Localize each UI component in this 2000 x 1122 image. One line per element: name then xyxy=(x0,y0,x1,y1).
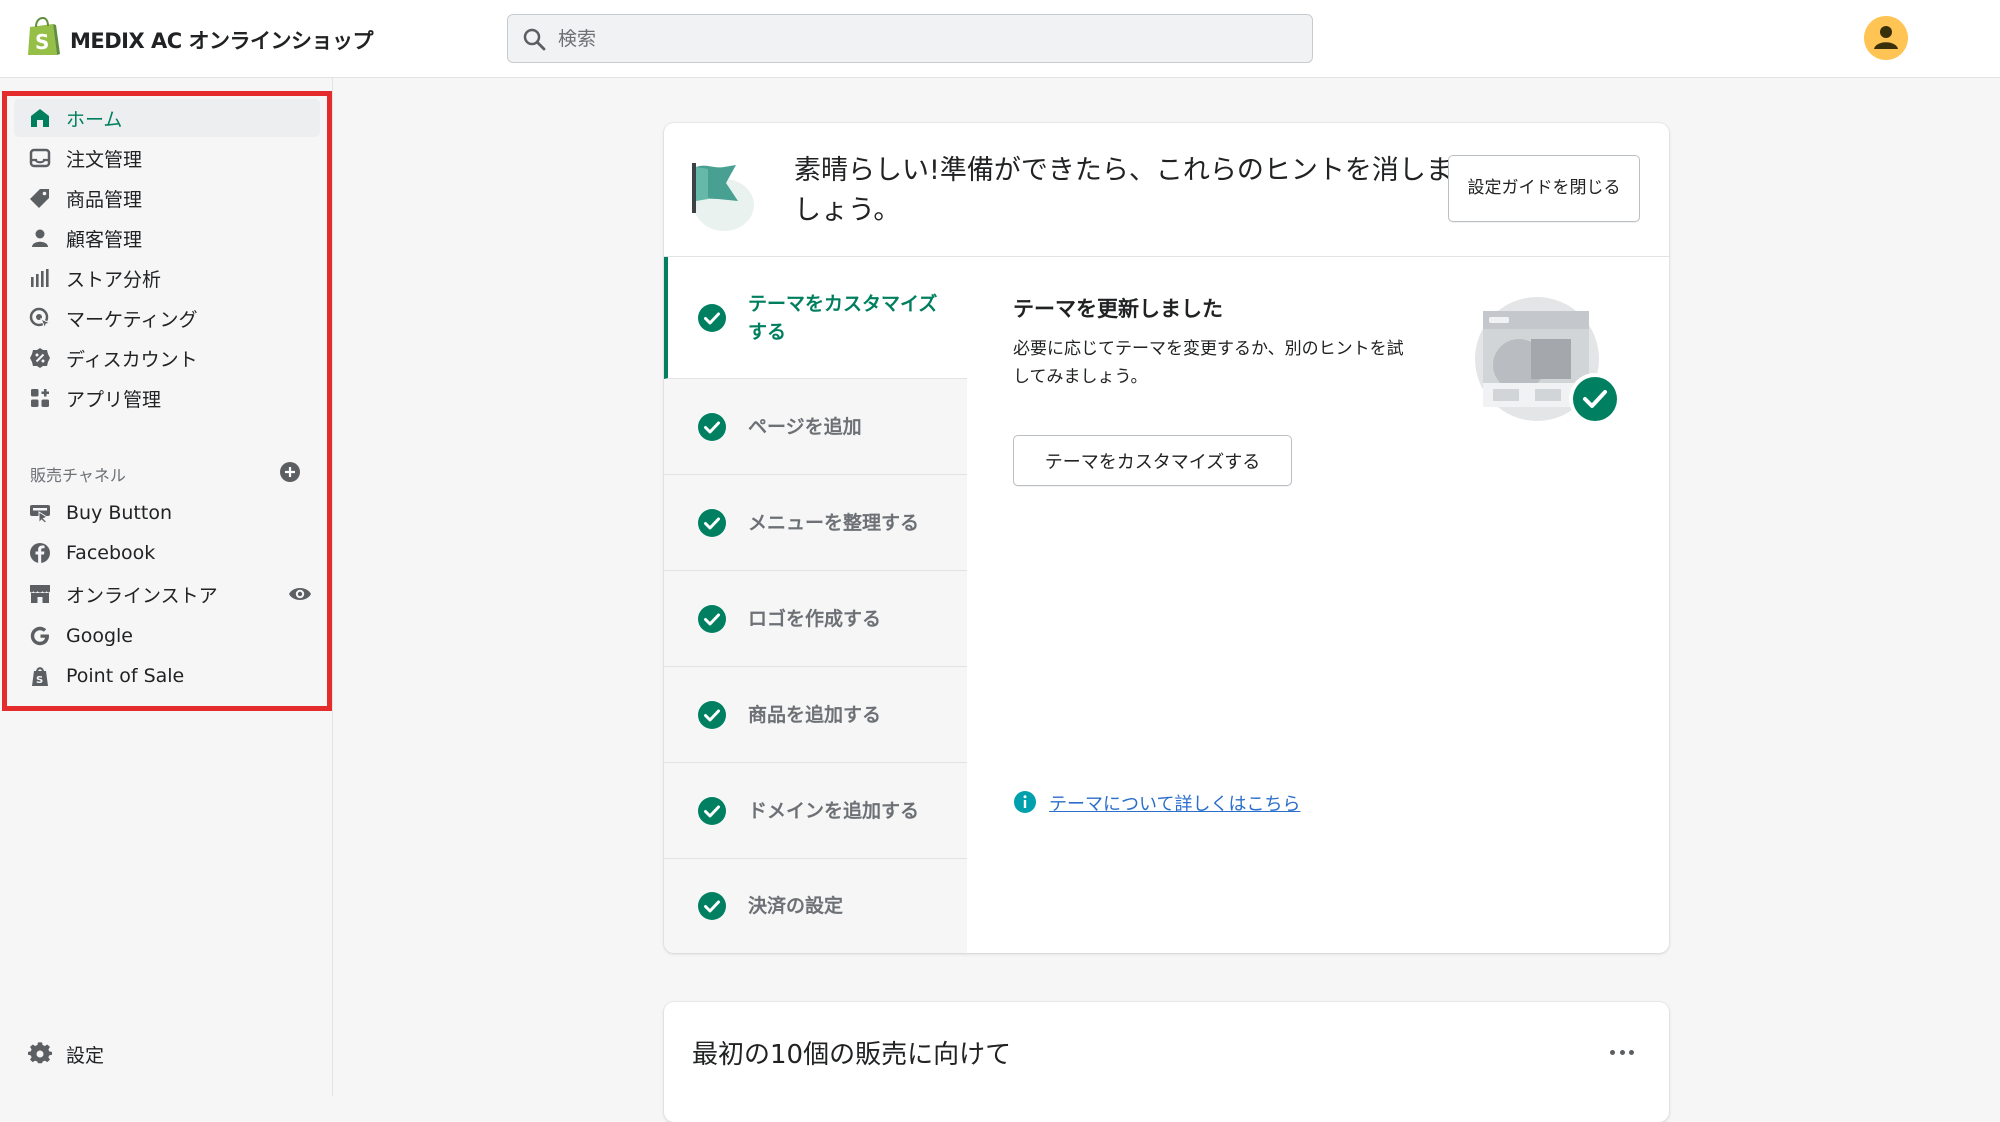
step-create-logo[interactable]: ロゴを作成する xyxy=(664,571,967,667)
point-of-sale-icon: S xyxy=(32,667,48,686)
dot-icon xyxy=(1629,1049,1634,1055)
step-add-page[interactable]: ページを追加 xyxy=(664,379,967,475)
sidebar-item-label: アプリ管理 xyxy=(66,388,162,411)
sidebar-item-marketing[interactable]: マーケティング xyxy=(14,299,320,337)
learn-more-theme-link[interactable]: テーマについて詳しくはこちら xyxy=(1049,790,1300,816)
info-icon xyxy=(1014,791,1036,813)
add-sales-channel-icon[interactable] xyxy=(279,461,301,483)
step-label: ロゴを作成する xyxy=(748,607,882,630)
eye-icon[interactable] xyxy=(288,583,312,605)
person-icon xyxy=(32,229,48,247)
more-actions-button[interactable] xyxy=(1604,1040,1640,1064)
home-icon xyxy=(31,109,49,127)
sidebar: ホーム 注文管理 商品管理 顧客管理 ストア分析 マーケティング ディスカウント… xyxy=(0,78,333,1096)
check-circle-icon xyxy=(698,508,726,537)
store-icon xyxy=(30,585,50,603)
setup-steps-list: テーマをカスタマイズする ページを追加 メニューを整理する ロゴを作成する 商品… xyxy=(664,257,967,953)
sidebar-item-label: オンラインストア xyxy=(66,584,218,607)
sidebar-item-label: Facebook xyxy=(66,542,156,564)
sidebar-item-online-store[interactable]: オンラインストア xyxy=(14,575,320,613)
step-detail-title: テーマを更新しました xyxy=(1013,297,1223,321)
sidebar-item-customers[interactable]: 顧客管理 xyxy=(14,219,320,257)
sidebar-item-label: ホーム xyxy=(66,108,123,131)
sidebar-item-google[interactable]: Google xyxy=(14,617,320,655)
sidebar-item-label: ディスカウント xyxy=(66,348,198,371)
gear-icon xyxy=(28,1042,52,1064)
user-avatar-icon[interactable] xyxy=(1864,16,1908,60)
buy-button-icon xyxy=(30,505,50,525)
step-label: 決済の設定 xyxy=(748,895,844,917)
step-detail-description: 必要に応じてテーマを変更するか、別のヒントを試してみましょう。 xyxy=(1013,339,1404,387)
sidebar-item-discounts[interactable]: ディスカウント xyxy=(14,339,320,377)
search-input[interactable] xyxy=(558,15,1298,62)
target-icon xyxy=(29,307,52,330)
check-circle-icon xyxy=(698,412,726,441)
sidebar-item-label: マーケティング xyxy=(66,308,198,331)
close-setup-guide-button[interactable]: 設定ガイドを閉じる xyxy=(1448,155,1640,222)
step-label: ページを追加 xyxy=(748,415,862,438)
step-label: ドメインを追加する xyxy=(748,799,920,822)
sidebar-item-label: Buy Button xyxy=(66,502,173,524)
step-detail-panel: テーマを更新しました 必要に応じてテーマを変更するか、別のヒントを試してみましょ… xyxy=(967,257,1669,953)
top-bar: S MEDIX AC オンラインショップ xyxy=(0,0,2000,78)
check-circle-icon xyxy=(698,303,726,332)
sidebar-item-settings[interactable]: 設定 xyxy=(14,1035,320,1073)
sidebar-item-point-of-sale[interactable]: S Point of Sale xyxy=(14,657,320,695)
sidebar-item-products[interactable]: 商品管理 xyxy=(14,179,320,217)
sidebar-item-home[interactable]: ホーム xyxy=(14,99,320,137)
first-sales-title: 最初の10個の販売に向けて xyxy=(692,1040,1012,1070)
check-circle-icon xyxy=(698,604,726,633)
search-icon xyxy=(523,28,546,51)
sidebar-item-analytics[interactable]: ストア分析 xyxy=(14,259,320,297)
dot-icon xyxy=(1619,1049,1625,1055)
step-label: 商品を追加する xyxy=(748,703,882,726)
sidebar-item-label: 顧客管理 xyxy=(66,228,143,251)
dot-icon xyxy=(1610,1049,1615,1055)
store-name[interactable]: MEDIX AC オンラインショップ xyxy=(70,25,373,55)
step-label: テーマをカスタマイズする xyxy=(748,292,938,343)
sales-channels-heading: 販売チャネル xyxy=(30,466,126,485)
sidebar-item-label: Point of Sale xyxy=(66,665,185,687)
customize-theme-button[interactable]: テーマをカスタマイズする xyxy=(1013,435,1292,486)
first-sales-card: 最初の10個の販売に向けて xyxy=(664,1002,1669,1122)
svg-text:S: S xyxy=(36,675,43,686)
sidebar-item-label: ストア分析 xyxy=(66,268,162,291)
search-bar[interactable] xyxy=(507,14,1313,63)
sidebar-item-buy-button[interactable]: Buy Button xyxy=(14,494,320,532)
tag-icon xyxy=(30,189,49,208)
check-circle-icon xyxy=(698,796,726,825)
step-label: メニューを整理する xyxy=(748,511,920,534)
sidebar-item-orders[interactable]: 注文管理 xyxy=(14,139,320,177)
step-payment-settings[interactable]: 決済の設定 xyxy=(664,859,967,953)
sidebar-item-label: 注文管理 xyxy=(66,148,143,171)
inbox-icon xyxy=(29,148,51,168)
facebook-icon xyxy=(30,543,50,563)
sidebar-item-label: 商品管理 xyxy=(66,188,143,211)
step-customize-theme[interactable]: テーマをカスタマイズする xyxy=(664,257,967,379)
check-circle-icon xyxy=(698,700,726,729)
sidebar-item-apps[interactable]: アプリ管理 xyxy=(14,379,320,417)
setup-guide-message: 素晴らしい!準備ができたら、これらのヒントを消しましょう。 xyxy=(794,155,1453,226)
sidebar-item-label: 設定 xyxy=(66,1044,105,1067)
check-circle-icon xyxy=(698,892,726,920)
step-organize-menu[interactable]: メニューを整理する xyxy=(664,475,967,571)
shopify-logo-icon[interactable]: S xyxy=(26,17,60,57)
svg-text:S: S xyxy=(35,30,49,54)
theme-updated-illustration-icon xyxy=(1475,297,1621,425)
setup-guide-card: 素晴らしい!準備ができたら、これらのヒントを消しましょう。 設定ガイドを閉じる … xyxy=(664,123,1669,953)
discount-icon xyxy=(30,348,50,368)
google-icon xyxy=(30,626,49,646)
step-add-domain[interactable]: ドメインを追加する xyxy=(664,763,967,859)
sidebar-item-label: Google xyxy=(66,625,134,647)
step-add-product[interactable]: 商品を追加する xyxy=(664,667,967,763)
flag-illustration-icon xyxy=(692,163,754,231)
apps-icon xyxy=(31,389,49,407)
setup-guide-header: 素晴らしい!準備ができたら、これらのヒントを消しましょう。 設定ガイドを閉じる xyxy=(664,123,1669,257)
sidebar-item-facebook[interactable]: Facebook xyxy=(14,534,320,572)
bar-chart-icon xyxy=(31,269,49,287)
